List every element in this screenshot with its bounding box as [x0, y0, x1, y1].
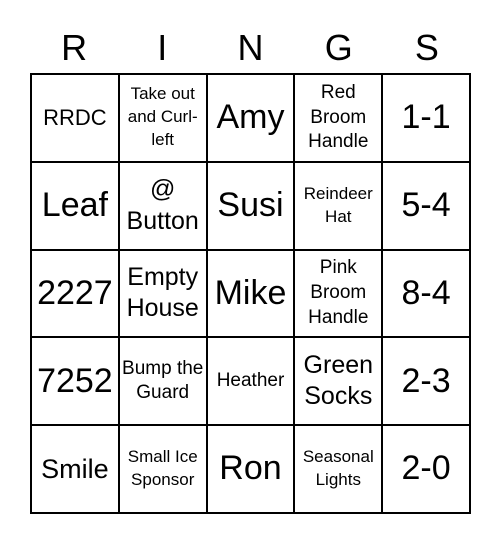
- header-letter: N: [237, 27, 264, 68]
- bingo-cell: Red Broom Handle: [294, 74, 383, 162]
- bingo-cell: Heather: [206, 337, 295, 426]
- bingo-cell: 2-0: [382, 425, 470, 513]
- bingo-cell: Pink Broom Handle: [294, 249, 383, 338]
- bingo-cell: Take out and Curl-left: [118, 74, 207, 162]
- bingo-cell: Leaf: [31, 161, 119, 250]
- bingo-grid: RRDC Take out and Curl-left Amy Red Broo…: [30, 73, 471, 514]
- bingo-cell: Mike: [206, 249, 295, 338]
- bingo-cell: Amy: [206, 74, 295, 162]
- bingo-cell: 7252: [31, 337, 119, 426]
- bingo-cell: 1-1: [382, 74, 470, 162]
- header-letter: S: [414, 27, 439, 68]
- bingo-cell: Reindeer Hat: [294, 161, 383, 250]
- bingo-cell: 2227: [31, 249, 119, 338]
- header-letter: R: [61, 27, 88, 68]
- bingo-cell: Small Ice Sponsor: [118, 425, 207, 513]
- bingo-cell: Bump the Guard: [118, 337, 207, 426]
- bingo-header: R I N G S: [30, 24, 471, 72]
- bingo-cell: Green Socks: [294, 337, 383, 426]
- bingo-cell: Ron: [206, 425, 295, 513]
- header-letter: G: [324, 27, 353, 68]
- bingo-cell: Smile: [31, 425, 119, 513]
- bingo-cell: Seasonal Lights: [294, 425, 383, 513]
- bingo-cell: Susi: [206, 161, 295, 250]
- bingo-cell: RRDC: [31, 74, 119, 162]
- bingo-cell: Empty House: [118, 249, 207, 338]
- header-letter: I: [157, 27, 168, 68]
- bingo-cell: 8-4: [382, 249, 470, 338]
- bingo-cell: @ Button: [118, 161, 207, 250]
- bingo-cell: 2-3: [382, 337, 470, 426]
- bingo-cell: 5-4: [382, 161, 470, 250]
